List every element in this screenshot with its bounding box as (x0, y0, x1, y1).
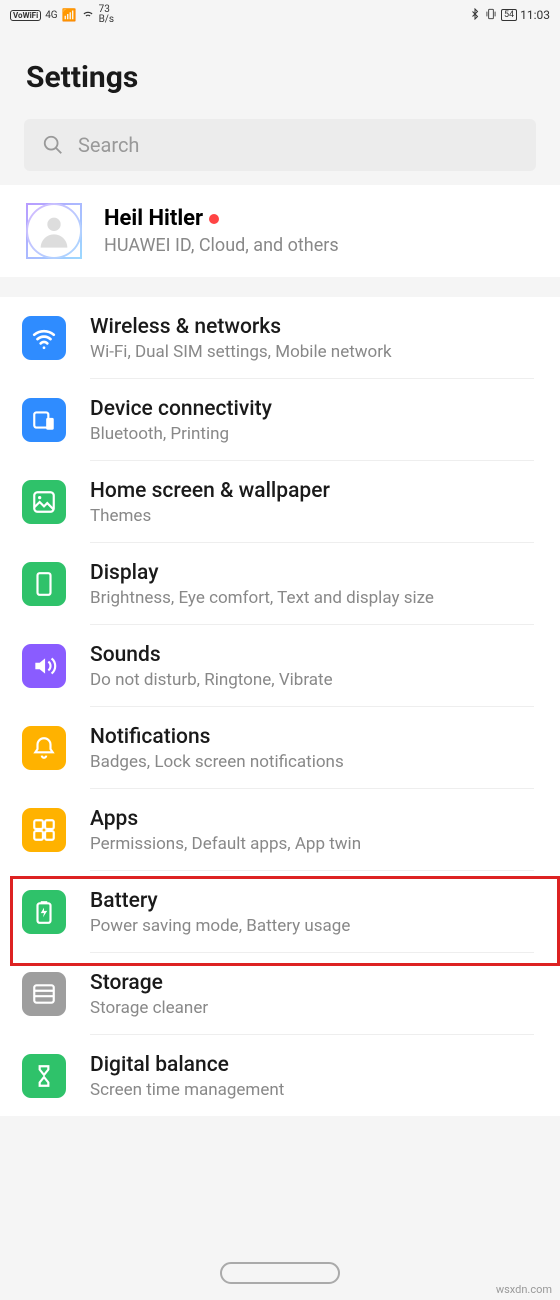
signal-icon: 📶 (62, 8, 77, 22)
page-title: Settings (26, 60, 534, 95)
settings-row-bell[interactable]: Notifications Badges, Lock screen notifi… (0, 707, 560, 789)
page-header: Settings (0, 30, 560, 113)
data-speed: 73B/s (99, 5, 115, 25)
notification-dot (209, 214, 219, 224)
display-icon (22, 562, 66, 606)
account-subtitle: HUAWEI ID, Cloud, and others (104, 235, 534, 256)
row-text: Apps Permissions, Default apps, App twin (90, 805, 534, 871)
bluetooth-icon (469, 8, 481, 23)
row-text: Display Brightness, Eye comfort, Text an… (90, 559, 534, 625)
settings-row-hourglass[interactable]: Digital balance Screen time management (0, 1035, 560, 1116)
row-title: Device connectivity (90, 397, 534, 421)
row-subtitle: Brightness, Eye comfort, Text and displa… (90, 588, 534, 608)
account-row[interactable]: Heil Hitler HUAWEI ID, Cloud, and others (0, 185, 560, 277)
wifi-icon (22, 316, 66, 360)
search-placeholder: Search (78, 133, 139, 157)
row-subtitle: Power saving mode, Battery usage (90, 916, 534, 936)
watermark: wsxdn.com (496, 1283, 552, 1296)
vowifi-badge: VoWiFi (10, 10, 41, 21)
avatar (26, 203, 82, 259)
row-subtitle: Bluetooth, Printing (90, 424, 534, 444)
hourglass-icon (22, 1054, 66, 1098)
settings-row-sound[interactable]: Sounds Do not disturb, Ringtone, Vibrate (0, 625, 560, 707)
status-right: 54 11:03 (469, 7, 550, 24)
nav-pill[interactable] (220, 1262, 340, 1284)
search-bar[interactable]: Search (24, 119, 536, 171)
vibrate-icon (484, 7, 498, 24)
battery-icon (22, 890, 66, 934)
row-title: Storage (90, 971, 534, 995)
wifi-icon (81, 7, 95, 24)
settings-row-wallpaper[interactable]: Home screen & wallpaper Themes (0, 461, 560, 543)
settings-row-battery[interactable]: Battery Power saving mode, Battery usage (0, 871, 560, 953)
row-text: Battery Power saving mode, Battery usage (90, 887, 534, 953)
row-text: Sounds Do not disturb, Ringtone, Vibrate (90, 641, 534, 707)
settings-row-apps[interactable]: Apps Permissions, Default apps, App twin (0, 789, 560, 871)
battery-icon: 54 (501, 9, 517, 21)
row-title: Sounds (90, 643, 534, 667)
row-title: Wireless & networks (90, 315, 534, 339)
row-subtitle: Wi-Fi, Dual SIM settings, Mobile network (90, 342, 534, 362)
sound-icon (22, 644, 66, 688)
row-text: Wireless & networks Wi-Fi, Dual SIM sett… (90, 313, 534, 379)
row-subtitle: Screen time management (90, 1080, 534, 1100)
row-text: Notifications Badges, Lock screen notifi… (90, 723, 534, 789)
wallpaper-icon (22, 480, 66, 524)
account-text: Heil Hitler HUAWEI ID, Cloud, and others (104, 206, 534, 256)
row-text: Home screen & wallpaper Themes (90, 477, 534, 543)
row-text: Device connectivity Bluetooth, Printing (90, 395, 534, 461)
row-subtitle: Permissions, Default apps, App twin (90, 834, 534, 854)
bell-icon (22, 726, 66, 770)
search-icon (42, 134, 64, 156)
row-subtitle: Do not disturb, Ringtone, Vibrate (90, 670, 534, 690)
storage-icon (22, 972, 66, 1016)
apps-icon (22, 808, 66, 852)
status-left: VoWiFi 4G 📶 73B/s (10, 5, 114, 25)
clock: 11:03 (520, 8, 550, 22)
settings-row-wifi[interactable]: Wireless & networks Wi-Fi, Dual SIM sett… (0, 297, 560, 379)
row-subtitle: Themes (90, 506, 534, 526)
settings-row-display[interactable]: Display Brightness, Eye comfort, Text an… (0, 543, 560, 625)
settings-row-storage[interactable]: Storage Storage cleaner (0, 953, 560, 1035)
row-title: Display (90, 561, 534, 585)
row-title: Home screen & wallpaper (90, 479, 534, 503)
row-subtitle: Badges, Lock screen notifications (90, 752, 534, 772)
settings-list: Wireless & networks Wi-Fi, Dual SIM sett… (0, 297, 560, 1116)
row-title: Notifications (90, 725, 534, 749)
status-bar: VoWiFi 4G 📶 73B/s 54 11:03 (0, 0, 560, 30)
row-title: Battery (90, 889, 534, 913)
row-title: Digital balance (90, 1053, 534, 1077)
row-title: Apps (90, 807, 534, 831)
row-subtitle: Storage cleaner (90, 998, 534, 1018)
account-name: Heil Hitler (104, 206, 534, 231)
row-text: Storage Storage cleaner (90, 969, 534, 1035)
network-type: 4G (45, 10, 57, 21)
settings-row-devices[interactable]: Device connectivity Bluetooth, Printing (0, 379, 560, 461)
row-text: Digital balance Screen time management (90, 1051, 534, 1116)
devices-icon (22, 398, 66, 442)
